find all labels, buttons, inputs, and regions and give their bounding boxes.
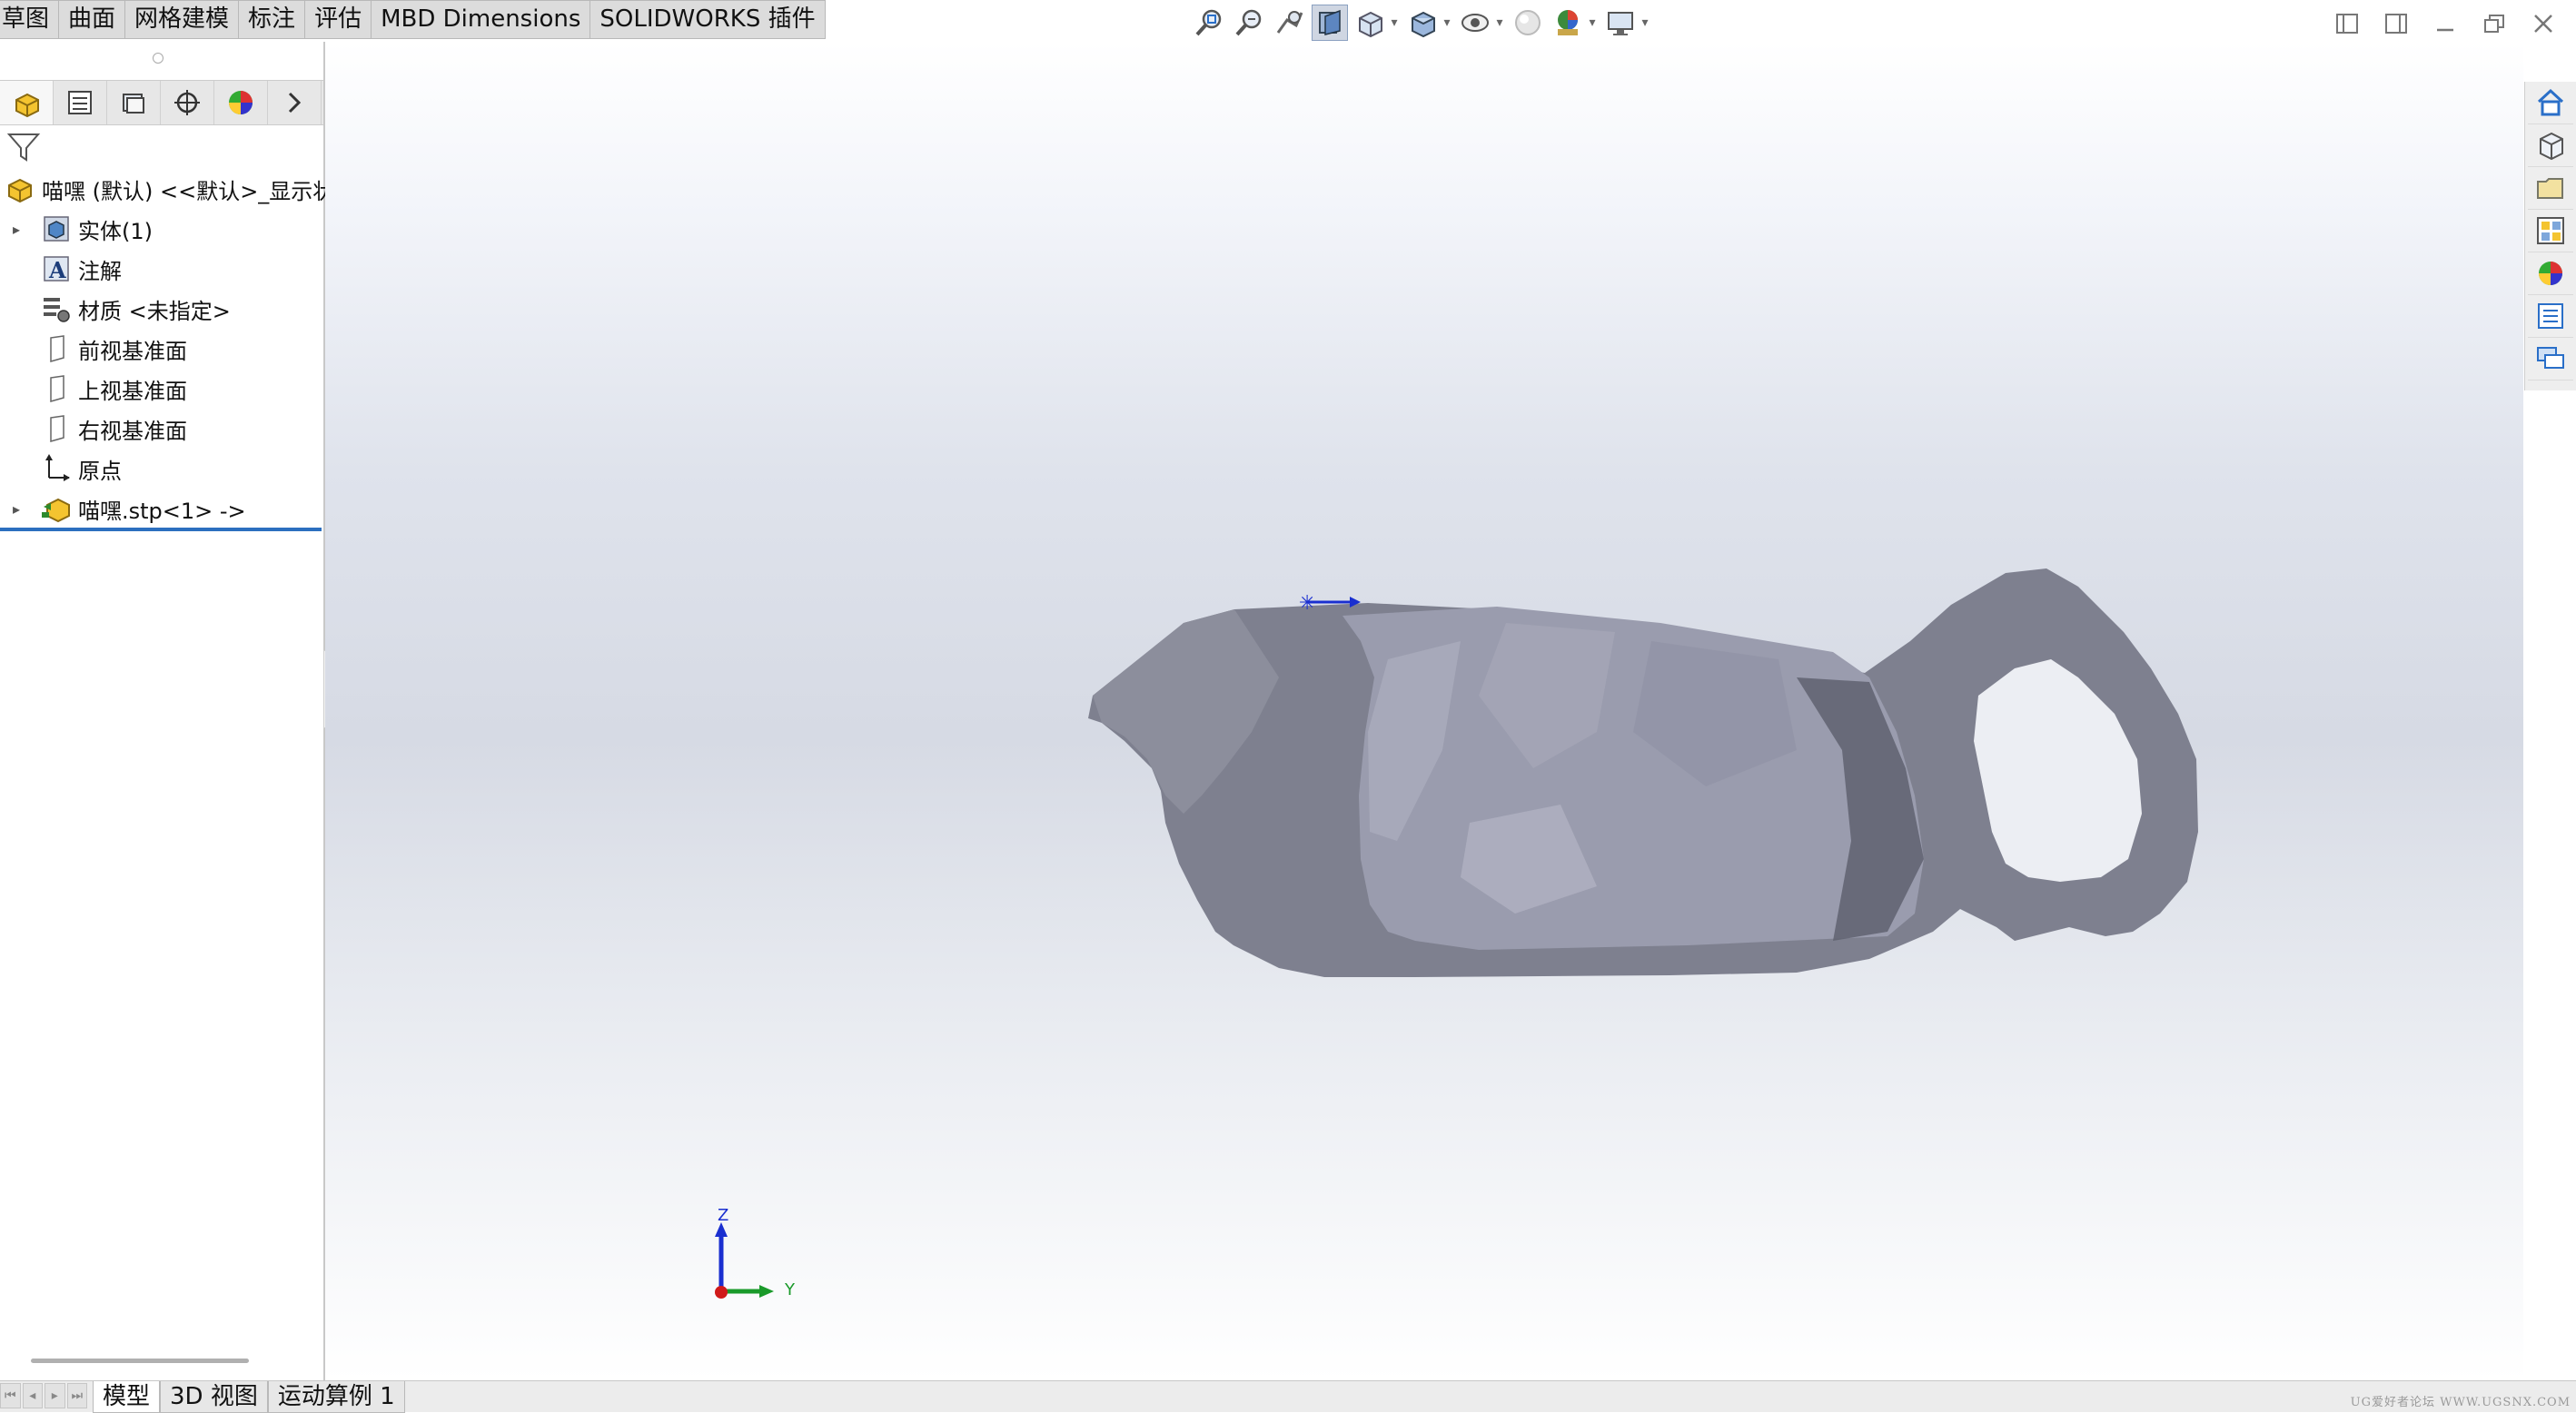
zoom-to-fit-icon[interactable] [1192,5,1228,41]
plane-icon [40,412,73,445]
section-view-icon[interactable] [1312,5,1348,41]
panel-horizontal-scrollbar[interactable] [31,1359,249,1363]
appearances-icon[interactable] [2528,252,2573,295]
task-pane [2524,82,2576,390]
first-tab-icon[interactable]: ⏮ [0,1383,21,1408]
tree-root-label: 喵嘿 (默认) <<默认>_显示状 [42,178,335,204]
material-icon [40,292,73,325]
tree-item-right-plane[interactable]: 右视基准面 [40,409,187,449]
close-icon[interactable] [2523,5,2563,42]
origin-icon [40,452,73,485]
annotations-icon: A [40,252,73,285]
tree-end-marker [0,528,322,531]
configurationmanager-tab-icon[interactable] [107,81,161,124]
feature-manager-panel: 喵嘿 (默认) <<默认>_显示状 ▸ 实体(1) A 注解 材质 <未指定> [0,42,334,1380]
propertymanager-tab-icon[interactable] [54,81,107,124]
displaymanager-tab-icon[interactable] [214,81,268,124]
tree-item-material[interactable]: 材质 <未指定> [40,289,231,329]
tab-evaluate[interactable]: 评估 [305,0,372,39]
hide-show-items-icon[interactable] [1457,5,1493,41]
apply-scene-icon[interactable] [1550,5,1586,41]
tab-scroll-arrows: ⏮ ◂ ▸ ⏭ [0,1383,89,1408]
chevron-down-icon[interactable]: ▾ [1388,15,1401,30]
tree-item-label: 前视基准面 [78,338,187,364]
file-explorer-icon[interactable] [2528,167,2573,210]
imported-part-icon [40,492,73,525]
home-icon[interactable] [2528,82,2573,124]
zoom-to-area-icon[interactable] [1232,5,1268,41]
filter-icon[interactable] [5,129,45,169]
tile-right-icon[interactable] [2376,5,2416,42]
custom-properties-icon[interactable] [2528,295,2573,338]
edit-appearance-icon[interactable] [1510,5,1546,41]
featuremanager-tab-icon[interactable] [0,81,54,124]
chevron-down-icon[interactable]: ▾ [1493,15,1506,30]
design-library-icon[interactable] [2528,124,2573,167]
view-palette-icon[interactable] [2528,210,2573,252]
view-settings-icon[interactable] [1602,5,1639,41]
tree-item-label: 喵嘿.stp<1> -> [78,498,246,524]
prev-tab-icon[interactable]: ◂ [22,1383,43,1408]
tab-motion-study[interactable]: 运动算例 1 [267,1381,405,1413]
next-tab-icon[interactable]: ▸ [45,1383,65,1408]
view-triad: Z Y [707,1206,816,1313]
tree-item-imported-part[interactable]: 喵嘿.stp<1> -> [40,489,246,529]
graphics-area[interactable]: ✳ Z Y [325,42,2523,1380]
heads-up-view-toolbar: ▾ ▾ ▾ ▾ ▾ [1192,4,1651,42]
tab-3d-view[interactable]: 3D 视图 [160,1381,268,1413]
document-tabs: 模型 3D 视图 运动算例 1 [93,1381,405,1413]
tree-item-label: 材质 <未指定> [78,298,231,324]
tab-surfaces[interactable]: 曲面 [59,0,126,39]
tree-item-label: 原点 [78,458,122,484]
tree-item-label: 右视基准面 [78,418,187,444]
tab-sketch[interactable]: 草图 [0,0,60,39]
plane-icon [40,372,73,405]
last-tab-icon[interactable]: ⏭ [66,1383,87,1408]
expand-arrow-icon[interactable]: ▸ [13,500,20,518]
plane-icon [40,332,73,365]
tree-item-top-plane[interactable]: 上视基准面 [40,369,187,409]
tile-left-icon[interactable] [2327,5,2367,42]
tab-mesh-modeling[interactable]: 网格建模 [125,0,240,39]
tree-root[interactable]: 喵嘿 (默认) <<默认>_显示状 [4,169,334,209]
restore-icon[interactable] [2474,5,2514,42]
tree-item-label: 注解 [78,258,122,284]
panel-tabs [0,80,323,125]
svg-text:✳: ✳ [1299,592,1315,615]
solid-bodies-icon [40,212,73,245]
chevron-down-icon[interactable]: ▾ [1639,15,1651,30]
display-style-icon[interactable] [1404,5,1441,41]
teapot-section-model: ✳ [1088,568,2198,977]
tab-model[interactable]: 模型 [93,1381,161,1413]
triad-y-label: Y [785,1280,795,1299]
tree-item-annotations[interactable]: A 注解 [40,249,122,289]
part-icon [4,173,36,205]
tab-markup[interactable]: 标注 [239,0,306,39]
bottom-tab-bar: ⏮ ◂ ▸ ⏭ 模型 3D 视图 运动算例 1 UG爱好者论坛 WWW.UGSN… [0,1380,2576,1413]
panel-grip-icon[interactable] [153,53,163,64]
minimize-icon[interactable] [2425,5,2465,42]
forum-icon[interactable] [2528,338,2573,380]
tab-solidworks-addins[interactable]: SOLIDWORKS 插件 [590,0,826,39]
tree-item-label: 上视基准面 [78,378,187,404]
chevron-down-icon[interactable]: ▾ [1441,15,1453,30]
tab-mbd-dimensions[interactable]: MBD Dimensions [372,0,591,39]
triad-z-label: Z [718,1206,729,1225]
previous-view-icon[interactable] [1272,5,1308,41]
view-orientation-icon[interactable] [1352,5,1388,41]
dimxpert-tab-icon[interactable] [161,81,214,124]
tree-item-origin[interactable]: 原点 [40,449,122,489]
chevron-right-icon[interactable] [268,81,322,124]
chevron-down-icon[interactable]: ▾ [1586,15,1599,30]
svg-text:A: A [48,257,66,283]
tree-item-solid-bodies[interactable]: 实体(1) [40,209,153,249]
expand-arrow-icon[interactable]: ▸ [13,221,20,238]
window-controls [2327,5,2563,42]
command-manager-tabs: 草图 曲面 网格建模 标注 评估 MBD Dimensions SOLIDWOR… [0,0,826,41]
tree-item-label: 实体(1) [78,218,153,244]
tree-item-front-plane[interactable]: 前视基准面 [40,329,187,369]
watermark: UG爱好者论坛 WWW.UGSNX.COM [2350,1396,2571,1409]
